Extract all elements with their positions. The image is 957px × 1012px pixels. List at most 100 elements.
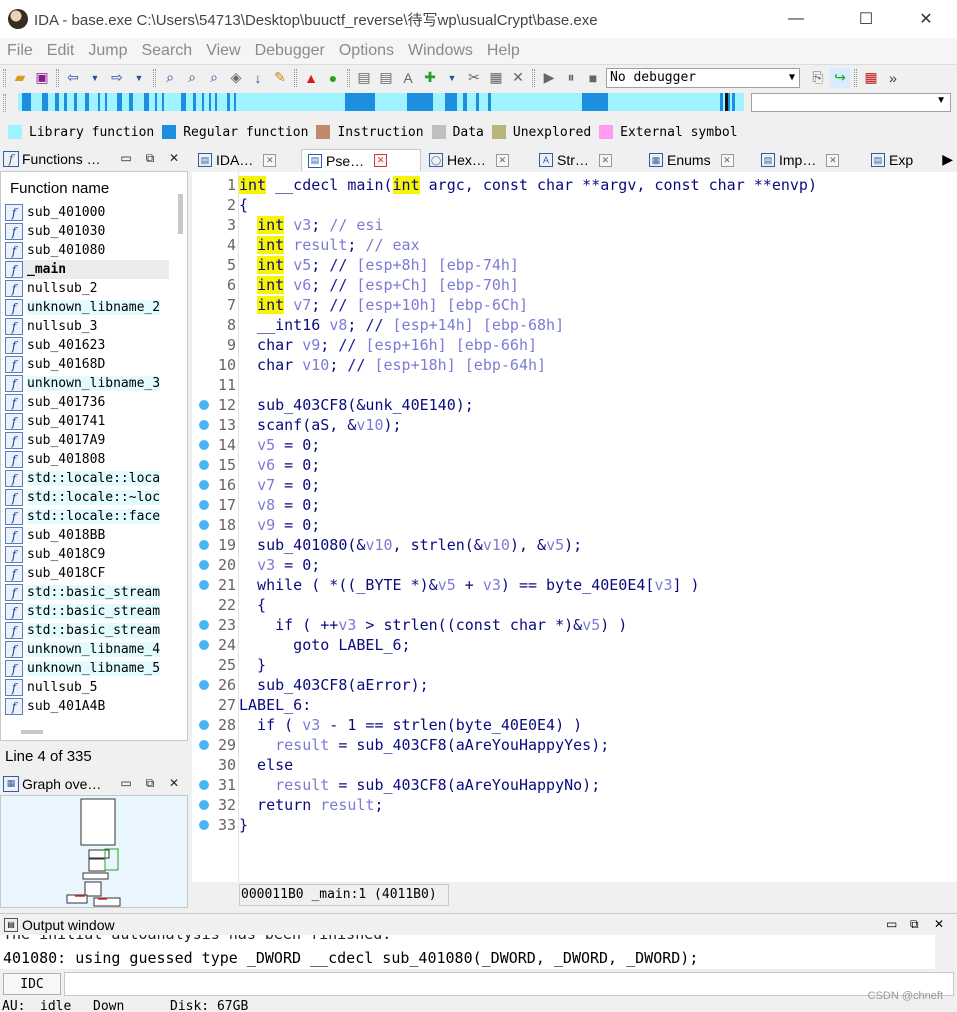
tab-str[interactable]: A Str… ✕ bbox=[533, 149, 641, 171]
panel-float-icon[interactable]: ⧉ bbox=[142, 775, 158, 791]
tab-ida[interactable]: ▤ IDA… ✕ bbox=[192, 149, 299, 171]
function-list-item[interactable]: f std::locale::~loc bbox=[5, 488, 169, 507]
tab-close-icon[interactable]: ✕ bbox=[598, 153, 612, 167]
function-list-item[interactable]: f sub_401808 bbox=[5, 450, 169, 469]
code-line[interactable]: 3 int v3; // esi bbox=[192, 215, 957, 235]
function-list-item[interactable]: f sub_401741 bbox=[5, 412, 169, 431]
function-list-item[interactable]: f sub_4018BB bbox=[5, 526, 169, 545]
code-line[interactable]: 17 v8 = 0; bbox=[192, 495, 957, 515]
function-list-item[interactable]: f sub_401A4B bbox=[5, 697, 169, 716]
data-icon[interactable]: ▤ bbox=[376, 68, 396, 88]
breakpoint-dot-icon[interactable] bbox=[199, 740, 209, 750]
run-analysis-icon[interactable]: ● bbox=[323, 68, 343, 88]
code-line[interactable]: 7 int v7; // [esp+10h] [ebp-6Ch] bbox=[192, 295, 957, 315]
step-into-icon[interactable]: ↪ bbox=[830, 67, 850, 88]
menu-debugger[interactable]: Debugger bbox=[248, 42, 332, 60]
code-line[interactable]: 33} bbox=[192, 815, 957, 835]
code-line[interactable]: 32 return result; bbox=[192, 795, 957, 815]
panel-close-icon[interactable]: ✕ bbox=[166, 150, 182, 166]
string-icon[interactable]: A bbox=[398, 68, 418, 88]
code-line[interactable]: 23 if ( ++v3 > strlen((const char *)&v5)… bbox=[192, 615, 957, 635]
minimize-button[interactable]: — bbox=[773, 0, 819, 38]
toolbar-grip[interactable] bbox=[854, 68, 857, 87]
function-list-item[interactable]: f std::locale::loca bbox=[5, 469, 169, 488]
jump-down-icon[interactable]: ↓ bbox=[248, 68, 268, 88]
code-line[interactable]: 8 __int16 v8; // [esp+14h] [ebp-68h] bbox=[192, 315, 957, 335]
breakpoint-dot-icon[interactable] bbox=[199, 480, 209, 490]
toolbar-grip[interactable] bbox=[3, 68, 6, 87]
output-window-body[interactable]: The initial autoanalysis has been finish… bbox=[0, 935, 935, 969]
tab-close-icon[interactable]: ✕ bbox=[720, 153, 734, 167]
function-list-item[interactable]: f sub_4017A9 bbox=[5, 431, 169, 450]
breakpoint-dot-icon[interactable] bbox=[199, 680, 209, 690]
toolbar-grip[interactable] bbox=[532, 68, 535, 87]
breakpoint-dot-icon[interactable] bbox=[199, 520, 209, 530]
start-debug-icon[interactable]: ▶ bbox=[539, 68, 559, 88]
tab-pse[interactable]: ▤ Pse… ✕ bbox=[301, 149, 421, 171]
pause-icon[interactable]: ⏸ bbox=[561, 68, 581, 88]
code-line[interactable]: 24 goto LABEL_6; bbox=[192, 635, 957, 655]
add-dropdown-icon[interactable]: ▼ bbox=[442, 68, 462, 88]
panel-minimize-icon[interactable]: ▭ bbox=[118, 150, 134, 166]
menu-options[interactable]: Options bbox=[332, 42, 401, 60]
menu-file[interactable]: File bbox=[0, 42, 40, 60]
search-binary-icon[interactable]: ⌕ bbox=[182, 68, 202, 88]
toolbar-grip[interactable] bbox=[153, 68, 156, 87]
breakpoint-dot-icon[interactable] bbox=[199, 580, 209, 590]
tab-enums[interactable]: ▦ Enums ✕ bbox=[643, 149, 753, 171]
function-name-header[interactable]: Function name bbox=[1, 172, 187, 205]
tab-hex[interactable]: ◯ Hex… ✕ bbox=[423, 149, 531, 171]
code-line[interactable]: 15 v6 = 0; bbox=[192, 455, 957, 475]
code-line[interactable]: 20 v3 = 0; bbox=[192, 555, 957, 575]
function-list-item[interactable]: f unknown_libname_3 bbox=[5, 374, 169, 393]
tab-close-icon[interactable]: ✕ bbox=[263, 153, 277, 167]
panel-close-icon[interactable]: ✕ bbox=[166, 775, 182, 791]
code-line[interactable]: 14 v5 = 0; bbox=[192, 435, 957, 455]
function-list-item[interactable]: f sub_401000 bbox=[5, 203, 169, 222]
panel-float-icon[interactable]: ⧉ bbox=[910, 917, 919, 932]
menu-edit[interactable]: Edit bbox=[40, 42, 82, 60]
menu-view[interactable]: View bbox=[199, 42, 247, 60]
code-line[interactable]: 22 { bbox=[192, 595, 957, 615]
menu-help[interactable]: Help bbox=[480, 42, 527, 60]
tab-scroll-right-icon[interactable]: ▶ bbox=[942, 151, 953, 168]
code-line[interactable]: 2{ bbox=[192, 195, 957, 215]
code-line[interactable]: 29 result = sub_403CF8(aAreYouHappyYes); bbox=[192, 735, 957, 755]
breakpoint-dot-icon[interactable] bbox=[199, 780, 209, 790]
code-line[interactable]: 12 sub_403CF8(&unk_40E140); bbox=[192, 395, 957, 415]
save-icon[interactable]: ▣ bbox=[32, 68, 52, 88]
functions-vertical-scrollbar[interactable] bbox=[178, 194, 183, 234]
function-list-item[interactable]: f std::locale::face bbox=[5, 507, 169, 526]
code-line[interactable]: 26 sub_403CF8(aError); bbox=[192, 675, 957, 695]
breakpoint-dot-icon[interactable] bbox=[199, 620, 209, 630]
pseudocode-view[interactable]: 1 int __cdecl main(int argc, const char *… bbox=[192, 172, 957, 882]
forward-dropdown-icon[interactable]: ▼ bbox=[129, 68, 149, 88]
toolbar-grip[interactable] bbox=[56, 68, 59, 87]
code-line[interactable]: 21 while ( *((_BYTE *)&v5 + v3) == byte_… bbox=[192, 575, 957, 595]
function-list-item[interactable]: f std::basic_stream bbox=[5, 621, 169, 640]
panel-minimize-icon[interactable]: ▭ bbox=[886, 917, 897, 931]
function-list-item[interactable]: f sub_401030 bbox=[5, 222, 169, 241]
breakpoint-dot-icon[interactable] bbox=[199, 420, 209, 430]
breakpoint-dot-icon[interactable] bbox=[199, 460, 209, 470]
code-line[interactable]: 4 int result; // eax bbox=[192, 235, 957, 255]
breakpoint-dot-icon[interactable] bbox=[199, 400, 209, 410]
navigation-band[interactable] bbox=[18, 93, 744, 111]
graph-overview-panel[interactable] bbox=[0, 795, 188, 908]
breakpoint-dot-icon[interactable] bbox=[199, 500, 209, 510]
menu-search[interactable]: Search bbox=[134, 42, 199, 60]
breakpoints-icon[interactable]: ▦ bbox=[861, 68, 881, 88]
code-line[interactable]: 18 v9 = 0; bbox=[192, 515, 957, 535]
function-list-item[interactable]: f nullsub_2 bbox=[5, 279, 169, 298]
code-line[interactable]: 6 int v6; // [esp+Ch] [ebp-70h] bbox=[192, 275, 957, 295]
code-line[interactable]: 31 result = sub_403CF8(aAreYouHappyNo); bbox=[192, 775, 957, 795]
menu-jump[interactable]: Jump bbox=[81, 42, 134, 60]
tab-exp[interactable]: ▤ Exp bbox=[865, 149, 925, 171]
function-list-item[interactable]: f sub_401623 bbox=[5, 336, 169, 355]
breakpoint-dot-icon[interactable] bbox=[199, 800, 209, 810]
forward-arrow-icon[interactable]: ⇨ bbox=[107, 68, 127, 88]
code-line[interactable]: 11 bbox=[192, 375, 957, 395]
code-line[interactable]: 1 int __cdecl main(int argc, const char *… bbox=[192, 175, 957, 195]
code-line[interactable]: 13 scanf(aS, &v10); bbox=[192, 415, 957, 435]
close-window-button[interactable]: ✕ bbox=[903, 0, 949, 38]
